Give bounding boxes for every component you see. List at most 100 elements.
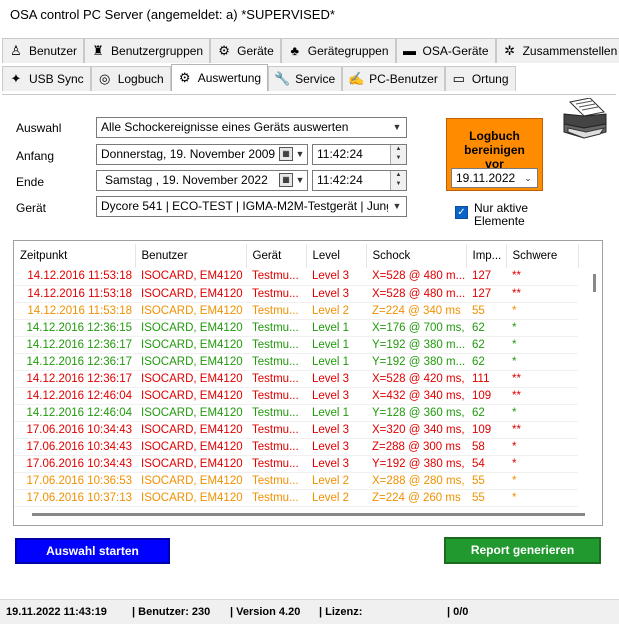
spin-up-icon[interactable]: ▲ <box>391 171 406 180</box>
cell-benutzer: ISOCARD, EM4120 <box>135 472 246 490</box>
logbook-date-combobox[interactable]: 19.11.2022 ⌄ <box>451 168 538 188</box>
chevron-down-icon[interactable]: ⌄ <box>519 169 537 187</box>
start-selection-button[interactable]: Auswahl starten <box>15 538 170 564</box>
cell-schwere: * <box>506 455 578 473</box>
generate-report-button[interactable]: Report generieren <box>444 537 601 564</box>
col-header-zeitpunkt[interactable]: Zeitpunkt <box>14 244 136 268</box>
cell-level: Level 3 <box>306 438 366 456</box>
tab-pc-benutzer[interactable]: ✍ PC-Benutzer <box>342 66 445 91</box>
calendar-icon[interactable]: ▦ <box>279 147 293 161</box>
table-row[interactable]: 17.06.2016 10:34:43 ISOCARD, EM4120 Testmu… <box>14 438 578 456</box>
cell-geraet: Testmu... <box>246 404 306 422</box>
table-row[interactable]: 14.12.2016 11:53:18 ISOCARD, EM4120 Testmu… <box>14 268 578 286</box>
cell-benutzer: ISOCARD, EM4120 <box>135 319 246 337</box>
wrench-icon: 🔧 <box>274 71 291 86</box>
cell-benutzer: ISOCARD, EM4120 <box>135 489 246 507</box>
cell-schwere: ** <box>506 370 578 388</box>
cell-level: Level 1 <box>306 319 366 337</box>
table-row[interactable]: 14.12.2016 11:53:18 ISOCARD, EM4120 Testmu… <box>14 302 578 320</box>
active-only-label: Nur aktive Elemente <box>474 201 529 228</box>
col-header-schwere[interactable]: Schwere <box>506 244 579 268</box>
col-header-impuls[interactable]: Imp... <box>466 244 507 268</box>
tab-service[interactable]: 🔧 Service <box>268 66 343 91</box>
chevron-down-icon[interactable]: ▼ <box>293 171 307 190</box>
tab-logbuch[interactable]: ◎ Logbuch <box>90 66 171 91</box>
cell-schwere: * <box>506 472 578 490</box>
spin-down-icon[interactable]: ▼ <box>391 154 406 163</box>
tab-geräte[interactable]: ⚙ Geräte <box>210 38 281 63</box>
tab-label: Gerätegruppen <box>307 44 389 58</box>
cell-schwere: * <box>506 404 578 422</box>
cell-zeitpunkt: 14.12.2016 12:36:17 <box>14 336 135 354</box>
col-header-benutzer[interactable]: Benutzer <box>135 244 247 268</box>
cell-schwere: * <box>506 319 578 337</box>
cell-impuls: 109 <box>466 421 506 439</box>
status-datetime: 19.11.2022 11:43:19 <box>6 606 107 618</box>
cell-level: Level 1 <box>306 353 366 371</box>
cell-benutzer: ISOCARD, EM4120 <box>135 421 246 439</box>
end-date-picker[interactable]: Samstag , 19. November 2022 ▦ ▼ <box>96 170 308 191</box>
table-row[interactable]: 14.12.2016 12:36:17 ISOCARD, EM4120 Testmu… <box>14 370 578 388</box>
active-only-checkbox[interactable]: ✓ <box>455 206 468 219</box>
cell-zeitpunkt: 14.12.2016 12:36:15 <box>14 319 135 337</box>
time-spinner[interactable]: ▲ ▼ <box>390 171 406 190</box>
device-value: Dycore 541 | ECO-TEST | IGMA-M2M-Testger… <box>101 199 407 213</box>
tab-gerätegruppen[interactable]: ♣ Gerätegruppen <box>280 38 396 63</box>
table-row[interactable]: 17.06.2016 10:36:53 ISOCARD, EM4120 Testmu… <box>14 472 578 490</box>
status-count: | 0/0 <box>447 606 469 618</box>
cell-level: Level 3 <box>306 387 366 405</box>
table-row[interactable]: 14.12.2016 12:46:04 ISOCARD, EM4120 Testmu… <box>14 387 578 405</box>
chevron-down-icon[interactable]: ▼ <box>388 118 406 137</box>
table-row[interactable]: 17.06.2016 10:37:13 ISOCARD, EM4120 Testmu… <box>14 489 578 507</box>
cell-schwere: ** <box>506 268 578 286</box>
table-row[interactable]: 14.12.2016 11:53:18 ISOCARD, EM4120 Testmu… <box>14 285 578 303</box>
cell-zeitpunkt: 14.12.2016 12:46:04 <box>14 387 135 405</box>
status-license: | Lizenz: <box>319 606 363 618</box>
calendar-icon[interactable]: ▦ <box>279 173 293 187</box>
col-header-level[interactable]: Level <box>306 244 367 268</box>
end-time-field[interactable]: 11:42:24 ▲ ▼ <box>312 170 407 191</box>
horizontal-scrollbar[interactable] <box>32 513 585 516</box>
spin-up-icon[interactable]: ▲ <box>391 145 406 154</box>
tab-auswertung[interactable]: ⚙ Auswertung <box>170 64 269 91</box>
table-row[interactable]: 17.06.2016 10:34:43 ISOCARD, EM4120 Testmu… <box>14 421 578 439</box>
chevron-down-icon[interactable]: ▼ <box>388 197 406 216</box>
cell-zeitpunkt: 14.12.2016 11:53:18 <box>14 268 135 286</box>
tab-benutzer[interactable]: ♙ Benutzer <box>2 38 85 63</box>
cell-impuls: 55 <box>466 472 506 490</box>
logbook-cleanup-label[interactable]: Logbuch bereinigen vor <box>460 129 530 171</box>
tab-zusammenstellen[interactable]: ✲ Zusammenstellen <box>495 38 619 63</box>
tab-osa-geräte[interactable]: ▬ OSA-Geräte <box>395 38 496 63</box>
tab-label: USB Sync <box>29 72 84 86</box>
cell-level: Level 1 <box>306 404 366 422</box>
time-spinner[interactable]: ▲ ▼ <box>390 145 406 164</box>
printer-icon[interactable] <box>560 97 608 140</box>
spin-down-icon[interactable]: ▼ <box>391 180 406 189</box>
vertical-scrollbar[interactable] <box>593 274 596 292</box>
logbook-cleanup-box[interactable]: Logbuch bereinigen vor 19.11.2022 ⌄ <box>446 118 543 191</box>
table-row[interactable]: 14.12.2016 12:36:17 ISOCARD, EM4120 Testmu… <box>14 353 578 371</box>
col-header-schock[interactable]: Schock <box>366 244 467 268</box>
tab-benutzergruppen[interactable]: ♜ Benutzergruppen <box>84 38 211 63</box>
device-group-icon: ♣ <box>290 43 300 58</box>
start-date-picker[interactable]: Donnerstag, 19. November 2009 ▦ ▼ <box>96 144 308 165</box>
table-row[interactable]: 17.06.2016 10:34:43 ISOCARD, EM4120 Testmu… <box>14 455 578 473</box>
tab-label: OSA-Geräte <box>422 44 489 58</box>
chevron-down-icon[interactable]: ▼ <box>293 145 307 164</box>
devices-icon: ⚙ <box>218 43 230 58</box>
table-row[interactable]: 14.12.2016 12:46:04 ISOCARD, EM4120 Testmu… <box>14 404 578 422</box>
cell-schock: Y=128 @ 360 ms, <box>366 404 466 422</box>
osa-device-icon: ▬ <box>403 43 417 58</box>
table-row[interactable]: 14.12.2016 12:36:17 ISOCARD, EM4120 Testmu… <box>14 336 578 354</box>
tab-ortung[interactable]: ▭ Ortung <box>444 66 516 91</box>
cell-zeitpunkt: 14.12.2016 12:36:17 <box>14 370 135 388</box>
selection-combobox[interactable]: Alle Schockereignisse eines Geräts auswe… <box>96 117 407 138</box>
cell-impuls: 127 <box>466 268 506 286</box>
cell-geraet: Testmu... <box>246 319 306 337</box>
table-row[interactable]: 14.12.2016 12:36:15 ISOCARD, EM4120 Testmu… <box>14 319 578 337</box>
start-time-field[interactable]: 11:42:24 ▲ ▼ <box>312 144 407 165</box>
col-header-geraet[interactable]: Gerät <box>246 244 307 268</box>
shock-events-table[interactable]: Zeitpunkt Benutzer Gerät Level Schock Im… <box>13 240 603 526</box>
tab-usb-sync[interactable]: ✦ USB Sync <box>2 66 91 91</box>
device-combobox[interactable]: Dycore 541 | ECO-TEST | IGMA-M2M-Testger… <box>96 196 407 217</box>
